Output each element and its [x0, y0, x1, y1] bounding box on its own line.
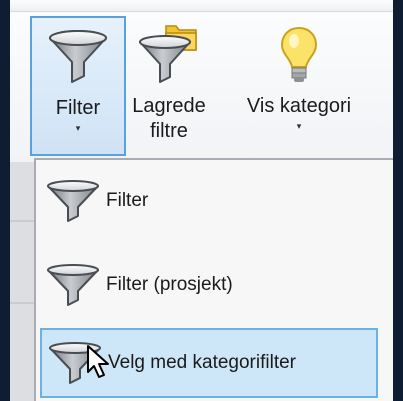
filter-button-label: Filter: [55, 97, 101, 119]
menu-item-filter-project[interactable]: Filter (prosjekt): [40, 250, 378, 320]
saved-filters-label-line1: Lagrede: [132, 95, 206, 117]
ribbon-window: Filter ▾ Lagrede filtre Vis kategori ▾ F…: [10, 0, 393, 401]
chevron-down-icon: ▾: [75, 123, 81, 133]
menu-item-label: Filter: [106, 190, 149, 211]
funnel-icon: [40, 255, 106, 315]
filter-dropdown-menu: Filter Filter (prosjekt) Velg med katego…: [34, 158, 393, 401]
ribbon-panel: Filter ▾ Lagrede filtre Vis kategori ▾: [10, 12, 393, 162]
saved-filters-button[interactable]: Lagrede filtre: [126, 16, 212, 156]
funnel-folder-icon: [136, 16, 202, 94]
ribbon-top-strip: [10, 0, 393, 12]
lightbulb-icon: [279, 16, 319, 94]
saved-filters-label-line2: filtre: [150, 120, 188, 142]
menu-item-label: Velg med kategorifilter: [108, 352, 296, 373]
funnel-icon: [46, 18, 110, 96]
show-category-label: Vis kategori: [246, 95, 352, 117]
show-category-button[interactable]: Vis kategori ▾: [232, 16, 366, 156]
menu-item-label: Filter (prosjekt): [106, 274, 233, 295]
menu-item-filter[interactable]: Filter: [40, 166, 378, 236]
chevron-down-icon: ▾: [296, 121, 302, 131]
filter-button[interactable]: Filter ▾: [30, 16, 126, 156]
funnel-icon: [40, 171, 106, 231]
mouse-cursor-icon: [87, 345, 109, 378]
